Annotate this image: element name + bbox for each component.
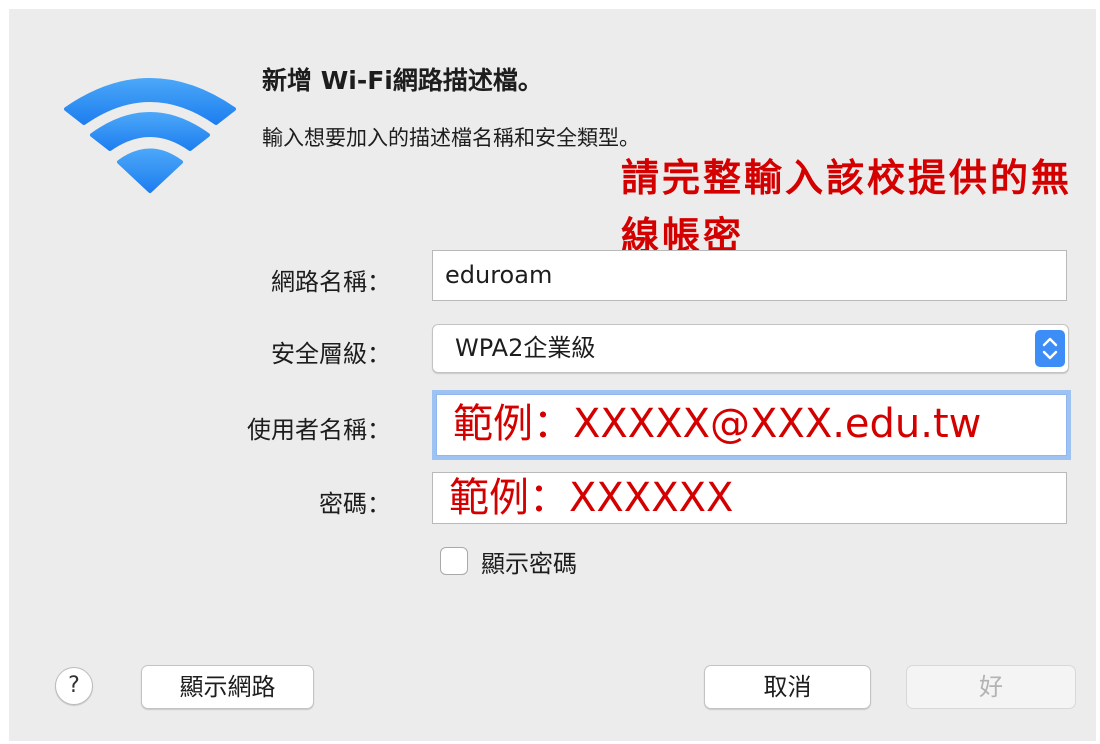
password-label: 密碼： bbox=[319, 490, 391, 518]
show-networks-button[interactable]: 顯示網路 bbox=[141, 665, 314, 709]
password-input[interactable]: 範例：XXXXXX bbox=[432, 472, 1067, 524]
up-down-chevron-icon[interactable] bbox=[1035, 330, 1065, 367]
username-label: 使用者名稱： bbox=[247, 416, 391, 444]
password-example-text: 範例：XXXXXX bbox=[449, 475, 734, 521]
show-password-label[interactable]: 顯示密碼 bbox=[481, 544, 577, 579]
security-label: 安全層級： bbox=[271, 340, 391, 368]
help-button[interactable]: ? bbox=[55, 667, 93, 705]
cancel-button[interactable]: 取消 bbox=[704, 665, 871, 709]
network-name-label: 網路名稱： bbox=[271, 268, 391, 296]
wifi-profile-dialog: 新增 Wi-Fi網路描述檔。 輸入想要加入的描述檔名稱和安全類型。 請完整輸入該… bbox=[9, 9, 1096, 741]
network-name-input[interactable]: eduroam bbox=[432, 250, 1067, 301]
show-password-checkbox[interactable] bbox=[440, 547, 468, 575]
ok-button[interactable]: 好 bbox=[906, 665, 1076, 709]
security-select[interactable]: WPA2企業級 bbox=[432, 324, 1069, 373]
username-example-text: 範例：XXXXX@XXX.edu.tw bbox=[453, 401, 982, 447]
wifi-icon bbox=[64, 78, 236, 193]
dialog-subtitle: 輸入想要加入的描述檔名稱和安全類型。 bbox=[262, 126, 640, 150]
security-select-value: WPA2企業級 bbox=[455, 334, 596, 362]
red-annotation: 請完整輸入該校提供的無線帳密 bbox=[621, 156, 1073, 258]
username-input[interactable]: 範例：XXXXX@XXX.edu.tw bbox=[436, 394, 1067, 456]
dialog-title: 新增 Wi-Fi網路描述檔。 bbox=[262, 66, 543, 95]
